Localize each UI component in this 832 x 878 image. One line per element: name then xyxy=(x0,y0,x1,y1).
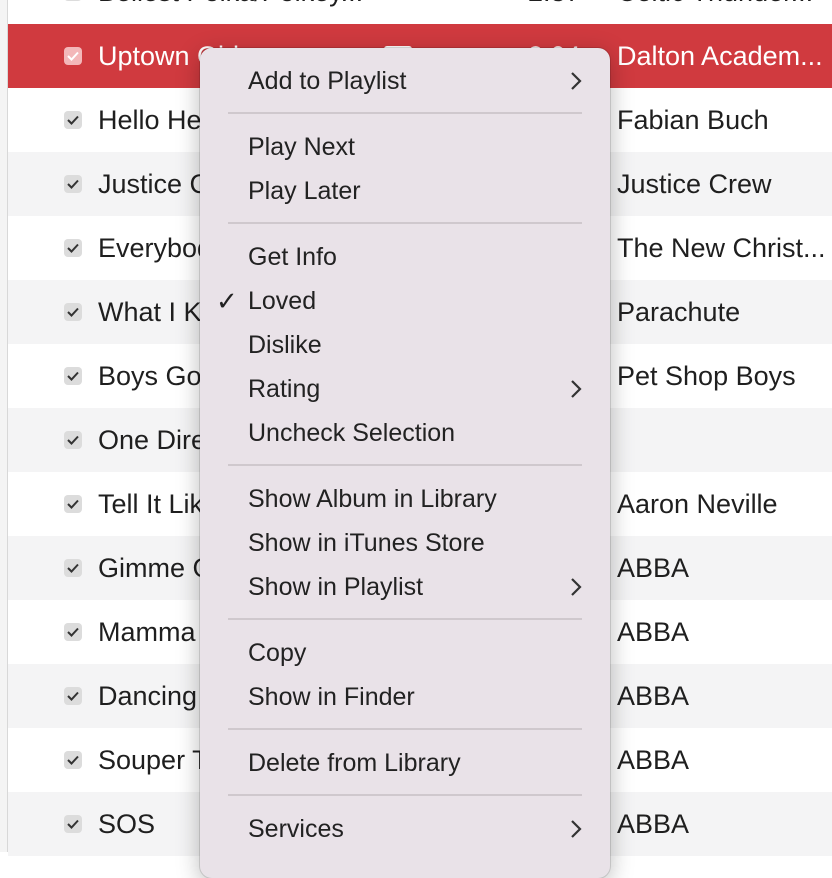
song-artist: ABBA xyxy=(617,809,690,839)
menu-item-get-info[interactable]: Get Info xyxy=(248,240,337,274)
menu-item-show-in-playlist[interactable]: Show in Playlist xyxy=(248,570,423,604)
song-artist: ABBA xyxy=(617,681,690,711)
menu-item-show-album-in-library[interactable]: Show Album in Library xyxy=(248,482,497,516)
song-artist: Fabian Buch xyxy=(617,105,769,135)
checkbox-checked-icon[interactable] xyxy=(64,687,82,705)
window-left-edge xyxy=(0,0,8,852)
menu-item-copy[interactable]: Copy xyxy=(248,636,306,670)
song-artist: Justice Crew xyxy=(617,169,772,199)
menu-item-add-to-playlist[interactable]: Add to Playlist xyxy=(248,64,406,98)
checkmark-icon: ✓ xyxy=(216,286,238,316)
menu-item-delete-from-library[interactable]: Delete from Library xyxy=(248,746,461,780)
menu-separator xyxy=(228,222,582,224)
menu-separator xyxy=(228,618,582,620)
menu-separator xyxy=(228,112,582,114)
menu-item-show-in-itunes-store[interactable]: Show in iTunes Store xyxy=(248,526,485,560)
song-time: 2:37 xyxy=(528,0,581,24)
checkbox-checked-icon[interactable] xyxy=(64,47,82,65)
song-artist: Pet Shop Boys xyxy=(617,361,796,391)
song-artist: ABBA xyxy=(617,617,690,647)
checkbox-checked-icon[interactable] xyxy=(64,751,82,769)
song-title: Boys Go xyxy=(98,361,202,391)
song-title: Bellest Polka/Polkey... xyxy=(98,0,363,24)
checkbox-checked-icon[interactable] xyxy=(64,0,82,1)
song-artist: Parachute xyxy=(617,297,741,327)
checkbox-checked-icon[interactable] xyxy=(64,623,82,641)
song-artist: ABBA xyxy=(617,745,690,775)
menu-separator xyxy=(228,464,582,466)
song-artist: Dalton Academ... xyxy=(617,41,823,71)
song-artist: Aaron Neville xyxy=(617,489,778,519)
menu-separator xyxy=(228,794,582,796)
checkbox-checked-icon[interactable] xyxy=(64,431,82,449)
menu-item-uncheck-selection[interactable]: Uncheck Selection xyxy=(248,416,455,450)
chevron-right-icon xyxy=(571,820,582,838)
song-artist: The New Christ... xyxy=(617,233,826,263)
song-artist: ABBA xyxy=(617,553,690,583)
context-menu: Add to Playlist Play Next Play Later Get… xyxy=(200,48,610,878)
menu-item-services[interactable]: Services xyxy=(248,812,344,846)
song-title: SOS xyxy=(98,809,156,839)
chevron-right-icon xyxy=(571,72,582,90)
menu-item-play-next[interactable]: Play Next xyxy=(248,130,355,164)
checkbox-checked-icon[interactable] xyxy=(64,495,82,513)
table-row[interactable]: Bellest Polka/Polkey... 2:37 Celtic Thun… xyxy=(8,0,832,24)
song-artist: Celtic Thunder... xyxy=(617,0,832,24)
checkbox-checked-icon[interactable] xyxy=(64,559,82,577)
menu-item-loved[interactable]: Loved xyxy=(248,284,316,318)
menu-separator xyxy=(228,728,582,730)
menu-item-rating[interactable]: Rating xyxy=(248,372,320,406)
checkbox-checked-icon[interactable] xyxy=(64,239,82,257)
chevron-right-icon xyxy=(571,380,582,398)
checkbox-checked-icon[interactable] xyxy=(64,175,82,193)
checkbox-checked-icon[interactable] xyxy=(64,111,82,129)
checkbox-checked-icon[interactable] xyxy=(64,303,82,321)
menu-item-play-later[interactable]: Play Later xyxy=(248,174,361,208)
menu-item-show-in-finder[interactable]: Show in Finder xyxy=(248,680,415,714)
checkbox-checked-icon[interactable] xyxy=(64,367,82,385)
chevron-right-icon xyxy=(571,578,582,596)
checkbox-checked-icon[interactable] xyxy=(64,815,82,833)
song-artist xyxy=(617,408,832,472)
menu-item-dislike[interactable]: Dislike xyxy=(248,328,322,362)
